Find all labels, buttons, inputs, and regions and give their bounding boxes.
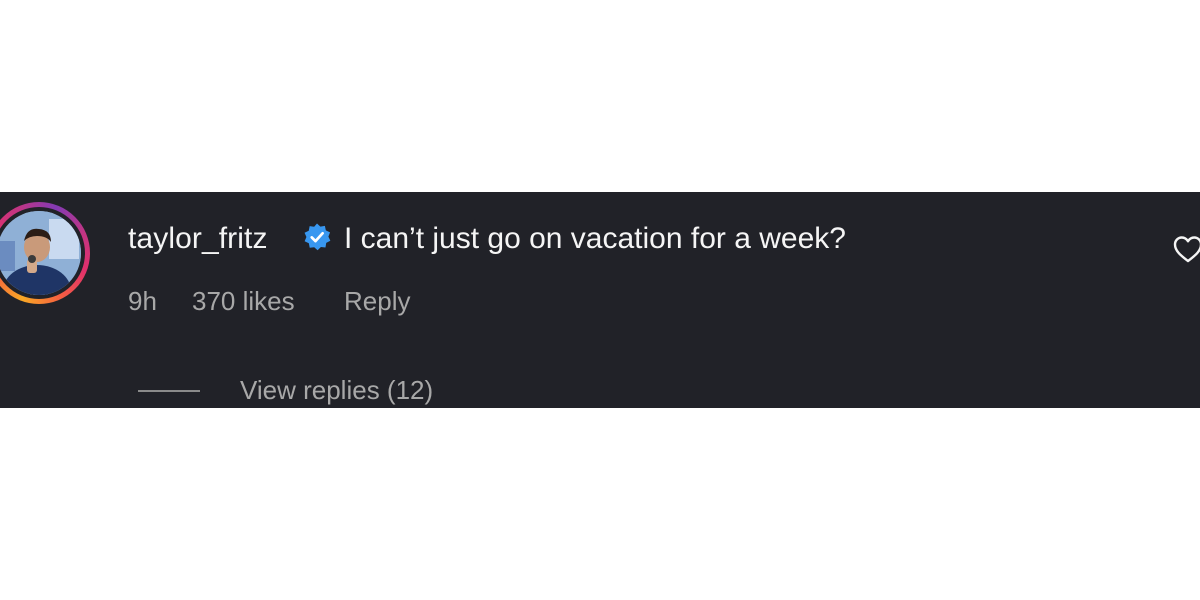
view-replies-divider [138, 390, 200, 392]
comment-timestamp: 9h [128, 286, 157, 316]
avatar-ring-gap [0, 207, 85, 299]
avatar[interactable] [0, 211, 81, 295]
comment-username[interactable]: taylor_fritz [128, 222, 268, 256]
page: taylor_fritz I can’t just go on vacation… [0, 0, 1200, 600]
comment-text: I can’t just go on vacation for a week? [344, 222, 846, 255]
verified-badge-icon [304, 223, 331, 251]
comment-like-count[interactable]: 370 likes [192, 286, 295, 317]
reply-button[interactable]: Reply [344, 286, 410, 317]
view-replies-button[interactable]: View replies (12) [240, 375, 433, 406]
heart-outline-icon[interactable] [1172, 234, 1200, 264]
avatar-photo [0, 211, 81, 295]
